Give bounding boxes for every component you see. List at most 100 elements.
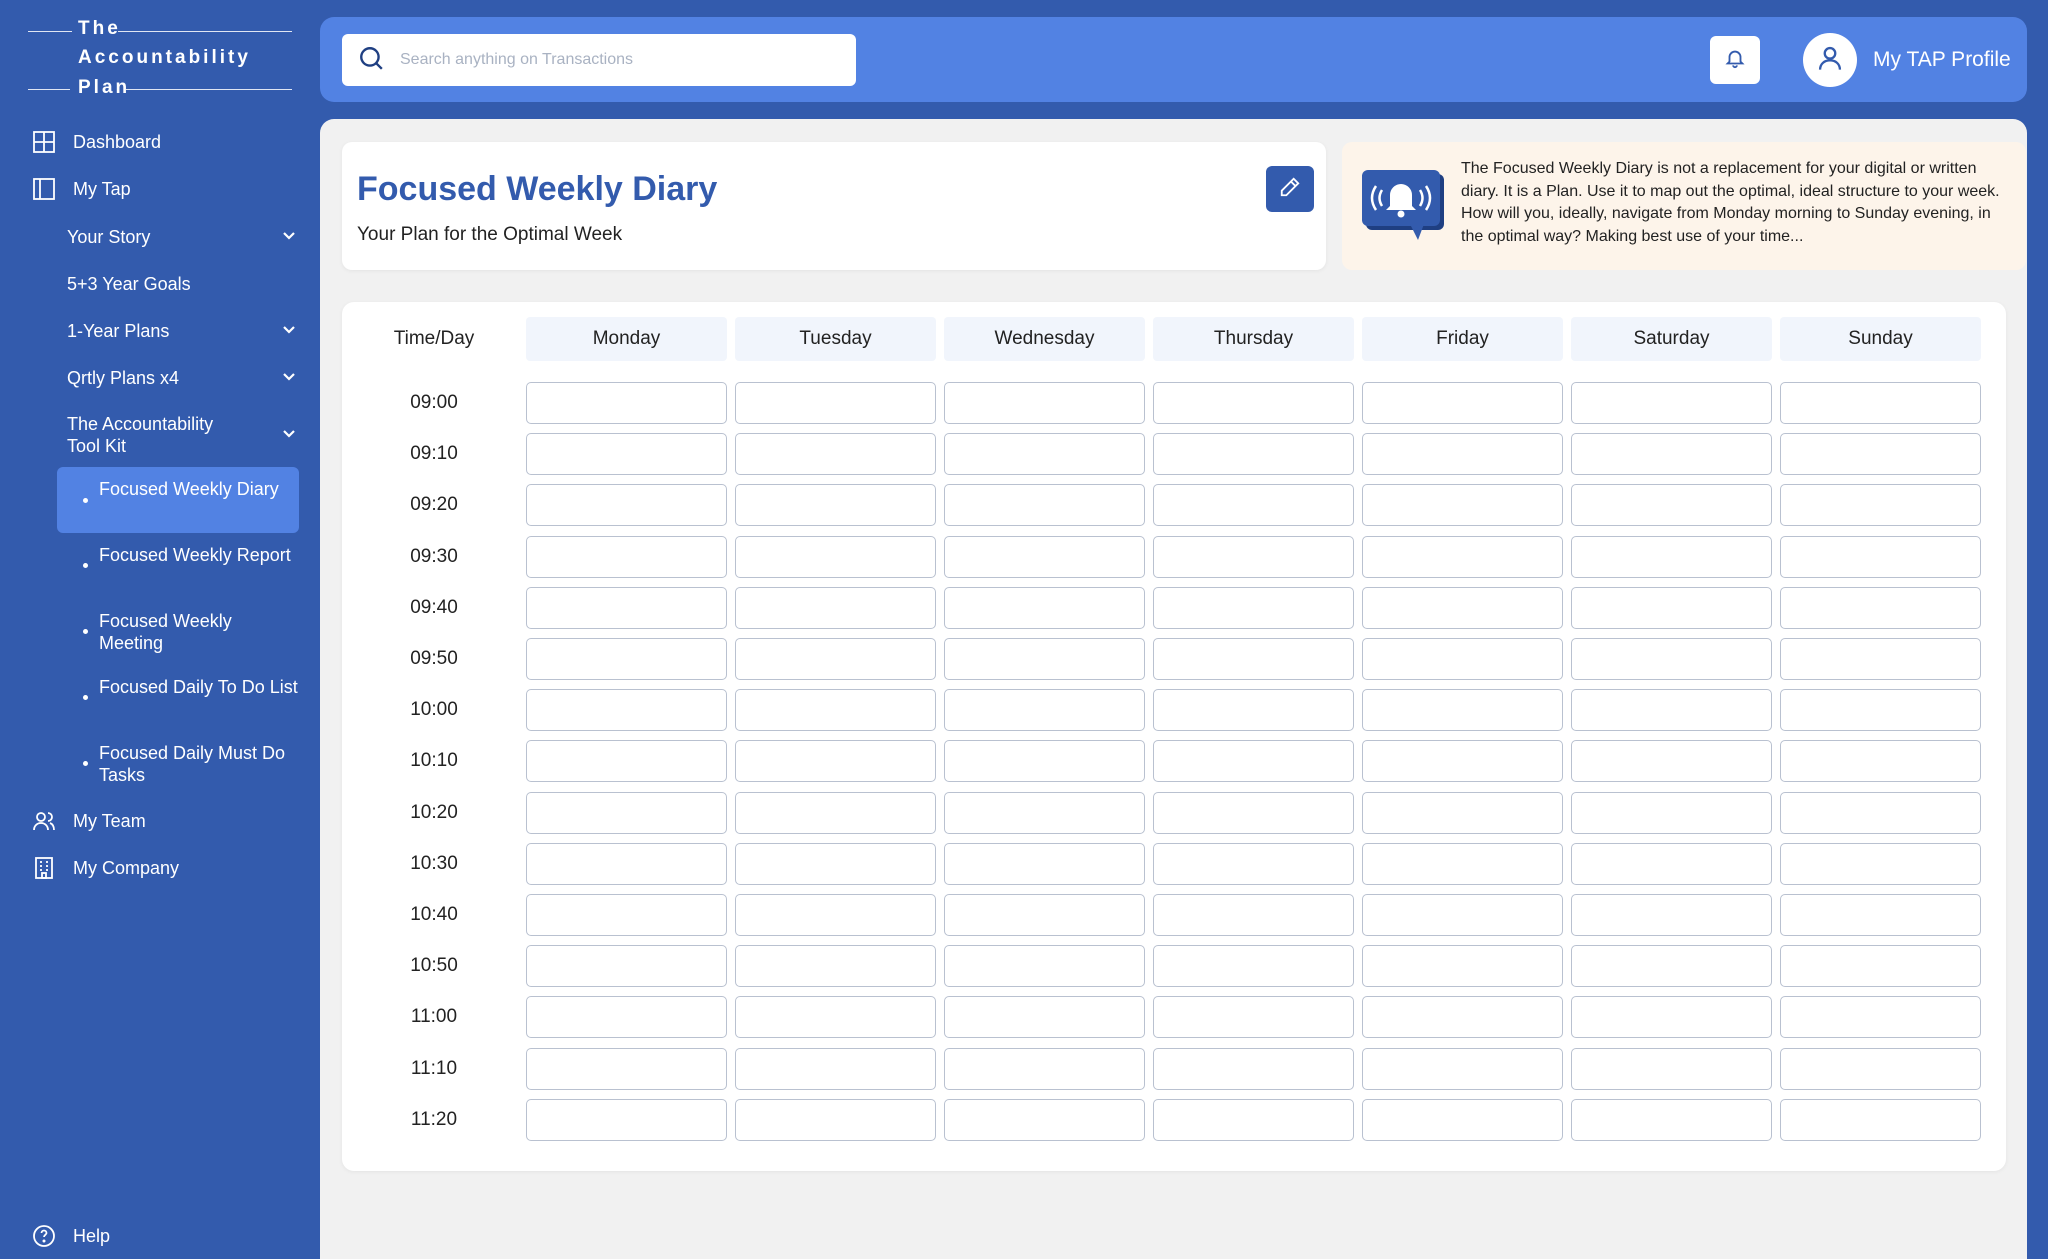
diary-slot-wednesday-0920[interactable] xyxy=(944,484,1145,527)
sidebar-item-focused-daily-to-do-list[interactable]: Focused Daily To Do List xyxy=(57,676,299,720)
profile-name[interactable]: My TAP Profile xyxy=(1873,48,2011,72)
diary-slot-monday-1030[interactable] xyxy=(526,842,727,885)
diary-slot-saturday-0930[interactable] xyxy=(1571,535,1772,578)
sidebar-item-help[interactable]: Help xyxy=(31,1223,110,1249)
diary-slot-friday-0950[interactable] xyxy=(1362,638,1563,680)
diary-slot-saturday-1030[interactable] xyxy=(1571,842,1772,885)
notifications-button[interactable] xyxy=(1710,36,1760,84)
diary-slot-sunday-1000[interactable] xyxy=(1780,689,1981,732)
diary-slot-thursday-1050[interactable] xyxy=(1153,945,1354,988)
diary-slot-sunday-0950[interactable] xyxy=(1780,638,1981,680)
diary-slot-thursday-1020[interactable] xyxy=(1153,791,1354,834)
diary-slot-friday-0930[interactable] xyxy=(1362,535,1563,578)
sidebar-item-accountability-tool-kit[interactable]: The Accountability Tool Kit xyxy=(67,412,297,458)
diary-slot-friday-1010[interactable] xyxy=(1362,740,1563,783)
diary-slot-wednesday-0900[interactable] xyxy=(944,382,1145,424)
diary-slot-tuesday-1100[interactable] xyxy=(735,996,936,1039)
diary-slot-tuesday-0920[interactable] xyxy=(735,484,936,527)
diary-slot-sunday-0910[interactable] xyxy=(1780,433,1981,476)
diary-slot-friday-0900[interactable] xyxy=(1362,382,1563,424)
diary-slot-wednesday-1000[interactable] xyxy=(944,689,1145,732)
diary-slot-wednesday-0950[interactable] xyxy=(944,638,1145,680)
diary-slot-thursday-1030[interactable] xyxy=(1153,842,1354,885)
diary-slot-thursday-0920[interactable] xyxy=(1153,484,1354,527)
diary-slot-tuesday-1040[interactable] xyxy=(735,894,936,936)
sidebar-item-qrtly-plans[interactable]: Qrtly Plans x4 xyxy=(67,365,297,391)
sidebar-item-focused-weekly-meeting[interactable]: Focused Weekly Meeting xyxy=(57,610,299,654)
diary-slot-tuesday-1020[interactable] xyxy=(735,791,936,834)
diary-slot-monday-1040[interactable] xyxy=(526,894,727,936)
diary-slot-tuesday-0950[interactable] xyxy=(735,638,936,680)
diary-slot-saturday-1110[interactable] xyxy=(1571,1047,1772,1090)
sidebar-item-focused-daily-must-do-tasks[interactable]: Focused Daily Must Do Tasks xyxy=(57,742,299,786)
diary-slot-saturday-1010[interactable] xyxy=(1571,740,1772,783)
diary-slot-saturday-1120[interactable] xyxy=(1571,1098,1772,1141)
diary-slot-wednesday-1020[interactable] xyxy=(944,791,1145,834)
diary-slot-wednesday-1120[interactable] xyxy=(944,1098,1145,1141)
diary-slot-friday-1110[interactable] xyxy=(1362,1047,1563,1090)
diary-slot-wednesday-1100[interactable] xyxy=(944,996,1145,1039)
diary-slot-saturday-0920[interactable] xyxy=(1571,484,1772,527)
diary-slot-friday-1120[interactable] xyxy=(1362,1098,1563,1141)
diary-slot-tuesday-1000[interactable] xyxy=(735,689,936,732)
diary-slot-wednesday-0940[interactable] xyxy=(944,586,1145,629)
diary-slot-friday-0910[interactable] xyxy=(1362,433,1563,476)
diary-slot-saturday-1050[interactable] xyxy=(1571,945,1772,988)
diary-slot-thursday-1110[interactable] xyxy=(1153,1047,1354,1090)
diary-slot-sunday-0930[interactable] xyxy=(1780,535,1981,578)
diary-slot-sunday-0920[interactable] xyxy=(1780,484,1981,527)
diary-slot-thursday-0930[interactable] xyxy=(1153,535,1354,578)
diary-slot-friday-1040[interactable] xyxy=(1362,894,1563,936)
diary-slot-monday-1010[interactable] xyxy=(526,740,727,783)
logo[interactable]: The Accountability Plan xyxy=(28,18,292,98)
diary-slot-friday-0940[interactable] xyxy=(1362,586,1563,629)
sidebar-item-1-year-plans[interactable]: 1-Year Plans xyxy=(67,318,297,344)
diary-slot-monday-1120[interactable] xyxy=(526,1098,727,1141)
diary-slot-sunday-1110[interactable] xyxy=(1780,1047,1981,1090)
diary-slot-saturday-0950[interactable] xyxy=(1571,638,1772,680)
sidebar-item-my-team[interactable]: My Team xyxy=(31,808,146,834)
search-input[interactable] xyxy=(400,51,830,69)
diary-slot-friday-1000[interactable] xyxy=(1362,689,1563,732)
diary-slot-tuesday-1030[interactable] xyxy=(735,842,936,885)
diary-slot-monday-1000[interactable] xyxy=(526,689,727,732)
diary-slot-saturday-1020[interactable] xyxy=(1571,791,1772,834)
diary-slot-sunday-0900[interactable] xyxy=(1780,382,1981,424)
diary-slot-thursday-1010[interactable] xyxy=(1153,740,1354,783)
diary-slot-thursday-1000[interactable] xyxy=(1153,689,1354,732)
diary-slot-tuesday-1120[interactable] xyxy=(735,1098,936,1141)
diary-slot-monday-0950[interactable] xyxy=(526,638,727,680)
diary-slot-saturday-1000[interactable] xyxy=(1571,689,1772,732)
diary-slot-tuesday-0940[interactable] xyxy=(735,586,936,629)
diary-slot-wednesday-0930[interactable] xyxy=(944,535,1145,578)
diary-slot-monday-0900[interactable] xyxy=(526,382,727,424)
sidebar-item-my-tap[interactable]: My Tap xyxy=(31,176,131,202)
diary-slot-monday-0910[interactable] xyxy=(526,433,727,476)
diary-slot-friday-1020[interactable] xyxy=(1362,791,1563,834)
diary-slot-thursday-0950[interactable] xyxy=(1153,638,1354,680)
diary-slot-saturday-0900[interactable] xyxy=(1571,382,1772,424)
sidebar-item-focused-weekly-diary[interactable]: Focused Weekly Diary xyxy=(57,467,299,533)
diary-slot-saturday-0910[interactable] xyxy=(1571,433,1772,476)
diary-slot-sunday-1100[interactable] xyxy=(1780,996,1981,1039)
diary-slot-saturday-1040[interactable] xyxy=(1571,894,1772,936)
diary-slot-monday-0920[interactable] xyxy=(526,484,727,527)
diary-slot-monday-1100[interactable] xyxy=(526,996,727,1039)
diary-slot-monday-1050[interactable] xyxy=(526,945,727,988)
diary-slot-friday-1050[interactable] xyxy=(1362,945,1563,988)
diary-slot-monday-0930[interactable] xyxy=(526,535,727,578)
diary-slot-monday-1020[interactable] xyxy=(526,791,727,834)
edit-button[interactable] xyxy=(1266,166,1314,212)
diary-slot-thursday-0910[interactable] xyxy=(1153,433,1354,476)
diary-slot-monday-1110[interactable] xyxy=(526,1047,727,1090)
diary-slot-wednesday-1010[interactable] xyxy=(944,740,1145,783)
diary-slot-sunday-1030[interactable] xyxy=(1780,842,1981,885)
sidebar-item-your-story[interactable]: Your Story xyxy=(67,224,297,250)
diary-slot-saturday-0940[interactable] xyxy=(1571,586,1772,629)
diary-slot-saturday-1100[interactable] xyxy=(1571,996,1772,1039)
diary-slot-sunday-0940[interactable] xyxy=(1780,586,1981,629)
diary-slot-thursday-1120[interactable] xyxy=(1153,1098,1354,1141)
diary-slot-tuesday-0900[interactable] xyxy=(735,382,936,424)
sidebar-item-my-company[interactable]: My Company xyxy=(31,855,179,881)
diary-slot-friday-0920[interactable] xyxy=(1362,484,1563,527)
